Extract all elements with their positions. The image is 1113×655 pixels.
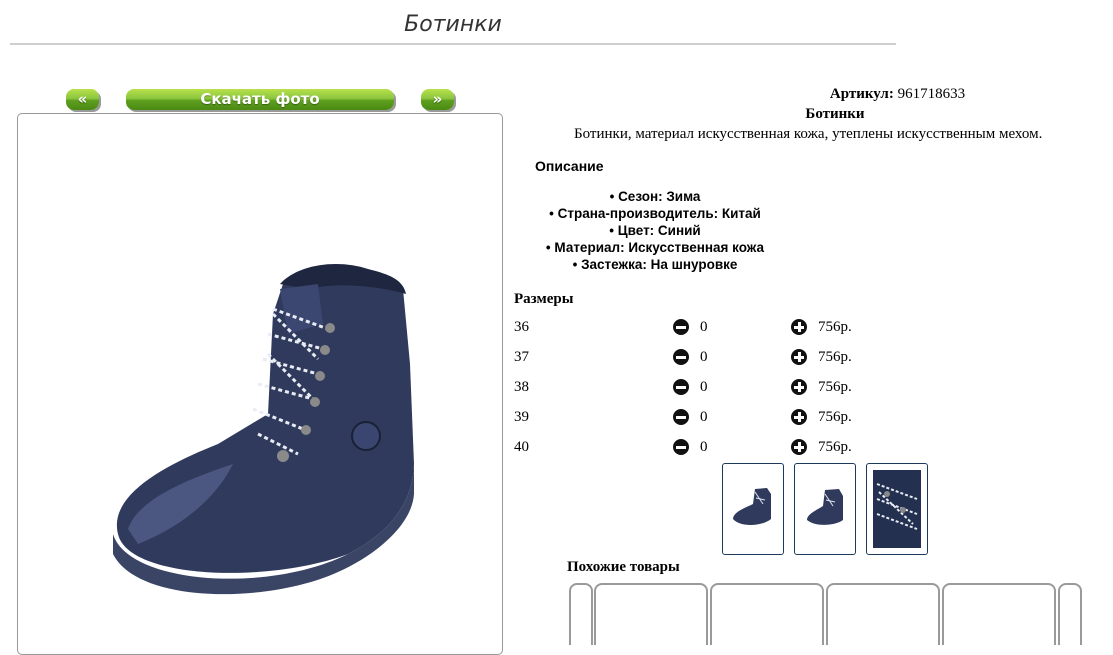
article-line: Артикул: 961718633: [510, 86, 1113, 103]
size-label: 40: [514, 439, 529, 455]
feature-item: Застежка: На шнуровке: [520, 256, 790, 273]
qty-value: 0: [700, 439, 708, 455]
decrease-qty-icon[interactable]: [673, 409, 689, 425]
article-label: Артикул:: [829, 86, 894, 102]
size-label: 39: [514, 409, 529, 425]
price-value: 756р.: [818, 319, 852, 335]
feature-item: Цвет: Синий: [520, 222, 790, 239]
similar-item[interactable]: [710, 583, 824, 645]
similar-heading: Похожие товары: [567, 559, 680, 575]
increase-qty-icon[interactable]: [791, 319, 807, 335]
size-row: 36 0 756р.: [514, 318, 874, 338]
decrease-qty-icon[interactable]: [673, 319, 689, 335]
price-value: 756р.: [818, 409, 852, 425]
decrease-qty-icon[interactable]: [673, 349, 689, 365]
prev-photo-button[interactable]: «: [66, 89, 99, 110]
size-label: 37: [514, 349, 529, 365]
similar-item[interactable]: [942, 583, 1056, 645]
description-heading: Описание: [535, 158, 604, 174]
thumbnail-boot-angle[interactable]: [794, 463, 856, 555]
page-title: Ботинки: [404, 12, 502, 37]
similar-item[interactable]: [826, 583, 940, 645]
size-row: 38 0 756р.: [514, 378, 874, 398]
similar-item[interactable]: [569, 583, 593, 645]
price-value: 756р.: [818, 379, 852, 395]
feature-item: Страна-производитель: Китай: [520, 205, 790, 222]
size-row: 37 0 756р.: [514, 348, 874, 368]
feature-item: Сезон: Зима: [520, 188, 790, 205]
thumbnail-boot-laces[interactable]: [866, 463, 928, 555]
qty-value: 0: [700, 319, 708, 335]
size-label: 38: [514, 379, 529, 395]
price-value: 756р.: [818, 349, 852, 365]
size-label: 36: [514, 319, 529, 335]
product-short-description: Ботинки, материал искусственная кожа, ут…: [574, 126, 1043, 142]
similar-item[interactable]: [1058, 583, 1082, 645]
similar-item[interactable]: [594, 583, 708, 645]
decrease-qty-icon[interactable]: [673, 379, 689, 395]
download-photo-button[interactable]: Скачать фото: [126, 89, 394, 110]
qty-value: 0: [700, 409, 708, 425]
product-name: Ботинки: [805, 106, 865, 122]
qty-value: 0: [700, 349, 708, 365]
increase-qty-icon[interactable]: [791, 439, 807, 455]
increase-qty-icon[interactable]: [791, 409, 807, 425]
increase-qty-icon[interactable]: [791, 379, 807, 395]
size-row: 39 0 756р.: [514, 408, 874, 428]
article-value: 961718633: [897, 86, 966, 102]
decrease-qty-icon[interactable]: [673, 439, 689, 455]
price-value: 756р.: [818, 439, 852, 455]
feature-list: Сезон: Зима Страна-производитель: Китай …: [520, 188, 790, 273]
sizes-heading: Размеры: [514, 291, 574, 307]
increase-qty-icon[interactable]: [791, 349, 807, 365]
feature-item: Материал: Искусственная кожа: [520, 239, 790, 256]
qty-value: 0: [700, 379, 708, 395]
next-photo-button[interactable]: »: [421, 89, 454, 110]
main-photo[interactable]: [17, 113, 503, 655]
boot-image: [113, 264, 415, 595]
title-divider: [10, 43, 896, 45]
thumbnail-boot-side[interactable]: [722, 463, 784, 555]
size-row: 40 0 756р.: [514, 438, 874, 458]
